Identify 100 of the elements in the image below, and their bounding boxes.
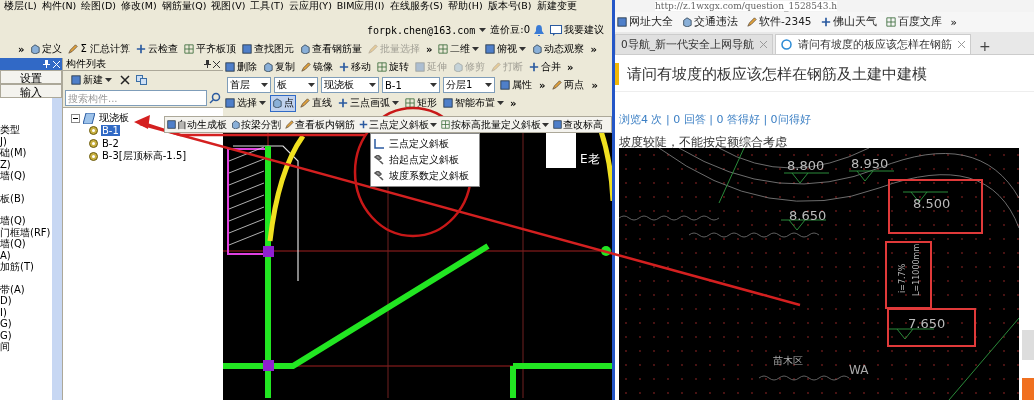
suggest-button[interactable]: 我要建议 [548, 21, 606, 39]
toolbar-button[interactable]: 直线 [298, 94, 334, 112]
panel-tab[interactable]: 输入 [0, 84, 62, 98]
toolbar-button[interactable]: 按标高批量定义斜板 [439, 116, 551, 133]
menu-item[interactable]: 云应用(Y) [288, 0, 332, 12]
more-button[interactable]: » [16, 43, 27, 55]
dropdown-field[interactable]: 分层1 [443, 77, 495, 93]
toolbar-button[interactable]: 移动 [337, 58, 373, 76]
toolbar-button[interactable]: 复制 [261, 58, 297, 76]
bookmark-link[interactable]: 百度文库 [885, 15, 942, 29]
menu-item[interactable]: 三点定义斜板 [371, 136, 479, 152]
toolbar-button[interactable]: 云检查 [133, 40, 180, 58]
toolbar-button[interactable]: 镜像 [299, 58, 335, 76]
toolbar-button[interactable]: 查看钢筋量 [297, 40, 364, 58]
toolbar-button[interactable]: 矩形 [403, 94, 439, 112]
more-button[interactable]: » [508, 97, 519, 109]
menu-item[interactable]: 修改(M) [121, 0, 157, 12]
list-item[interactable]: I) [0, 306, 52, 318]
dropdown-field[interactable]: 板 [274, 77, 318, 93]
scrollbar[interactable] [52, 98, 62, 400]
new-button[interactable]: 新建 [69, 71, 114, 89]
menu-item[interactable]: 构件(N) [41, 0, 77, 12]
more-button[interactable]: » [950, 16, 957, 28]
toolbar-button[interactable]: 选择 [223, 94, 268, 112]
list-item[interactable]: A) [0, 249, 52, 261]
dropdown-field[interactable]: 首层 [227, 77, 271, 93]
menu-item[interactable]: 工具(T) [250, 0, 284, 12]
list-item[interactable]: 墙(Q) [0, 238, 52, 250]
search-field[interactable]: 搜索构件... [65, 90, 207, 106]
list-item[interactable]: 门框墙(RF) [0, 226, 52, 238]
bookmark-link[interactable]: 网址大全 [617, 15, 673, 29]
toolbar-button[interactable]: 自动生成板 [165, 116, 229, 133]
toolbar-button[interactable]: 俯视 [483, 40, 529, 58]
dropdown-field[interactable]: B-1 [382, 77, 440, 93]
feedback-button[interactable] [1022, 378, 1034, 400]
bookmark-link[interactable]: 佛山天气 [820, 15, 877, 29]
new-tab-button[interactable]: + [972, 38, 997, 54]
minus-icon[interactable] [71, 113, 80, 123]
tree-item[interactable]: B-2 [101, 137, 120, 149]
toolbar-button[interactable]: 合并 [527, 58, 563, 76]
toolbar-button[interactable]: 属性 [498, 76, 534, 94]
toolbar-button[interactable]: 二维 [436, 40, 482, 58]
caret-icon [261, 83, 268, 87]
toolbar-button[interactable]: 两点 [550, 76, 587, 94]
account-email[interactable]: forpk.chen@163.com [366, 24, 476, 36]
toolbar-button[interactable]: Σ 汇总计算 [66, 40, 132, 58]
toolbar-button[interactable]: 按梁分割 [229, 116, 283, 133]
toolbar-button[interactable]: 三点画弧 [336, 94, 401, 112]
menu-item[interactable]: 坡度系数定义斜板 [371, 168, 479, 184]
bookmark-link[interactable]: 交通违法 [682, 15, 738, 29]
menu-item[interactable]: 钢筋量(Q) [161, 0, 207, 12]
panel-tab[interactable]: 设置 [0, 70, 62, 84]
toolbar-button[interactable]: 删除 [223, 58, 259, 76]
toolbar-button[interactable]: 平齐板顶 [181, 40, 238, 58]
list-item[interactable]: 础(M) [0, 147, 52, 159]
back-to-top-button[interactable] [1022, 330, 1034, 360]
toolbar-button[interactable]: 查找图元 [239, 40, 296, 58]
menu-item[interactable]: 绘图(D) [81, 0, 116, 12]
tree-item[interactable]: 现浇板 [98, 111, 130, 125]
browser-tab[interactable]: 0导航_新一代安全上网导航 [615, 34, 773, 54]
toolbar-button[interactable]: 动态观察 [530, 40, 587, 58]
menu-item[interactable]: 楼层(L) [4, 0, 37, 12]
list-item[interactable]: 墙(Q) [0, 215, 52, 227]
list-item[interactable]: G) [0, 318, 52, 330]
list-item[interactable]: 带(A) [0, 283, 52, 295]
toolbar-button[interactable]: 旋转 [375, 58, 411, 76]
menu-item[interactable]: BIM应用(I) [336, 0, 385, 12]
more-button[interactable]: » [537, 79, 548, 91]
tree-item[interactable]: B-1 [101, 124, 120, 136]
tree-item[interactable]: B-3[层顶标高-1.5] [101, 149, 188, 163]
list-item[interactable]: Z) [0, 158, 52, 170]
toolbar-button[interactable]: 智能布置 [441, 94, 506, 112]
menu-item[interactable]: 视图(V) [211, 0, 246, 12]
caret-icon [497, 101, 504, 105]
browser-tab[interactable]: 请问有坡度的板应该怎样在钢筋 [774, 34, 971, 54]
toolbar-button[interactable]: 定义 [28, 40, 65, 58]
bookmark-link[interactable]: 软件-2345 [747, 15, 812, 29]
toolbar-button[interactable]: 三点定义斜板 [357, 116, 439, 133]
more-button[interactable]: » [423, 43, 435, 55]
menu-item[interactable]: 帮助(H) [448, 0, 483, 12]
list-item[interactable]: G) [0, 329, 52, 341]
address-field[interactable]: http://z.1wxgx.com/question_1528543.h [655, 1, 838, 11]
more-button[interactable]: » [565, 61, 576, 73]
toolbar-button[interactable]: 查改标高 [551, 116, 605, 133]
list-item[interactable]: J) [0, 135, 52, 147]
list-item[interactable]: 墙(Q) [0, 170, 52, 182]
menu-item[interactable]: 在线服务(S) [389, 0, 444, 12]
list-item[interactable]: 板(B) [0, 192, 52, 204]
more-button[interactable]: » [589, 79, 600, 91]
dropdown-field[interactable]: 现浇板 [321, 77, 379, 93]
menu-item[interactable]: 版本号(B) [487, 0, 532, 12]
toolbar-button[interactable]: 查看板内钢筋 [283, 116, 357, 133]
menu-item[interactable]: 抬起点定义斜板 [371, 152, 479, 168]
list-item[interactable]: 加筋(T) [0, 261, 52, 273]
more-button[interactable]: » [588, 43, 599, 55]
list-item[interactable]: 类型 [0, 124, 52, 136]
list-item[interactable]: D) [0, 295, 52, 307]
toolbar-button[interactable]: 点 [270, 94, 296, 112]
menu-item[interactable]: 新建变更 [536, 0, 577, 12]
list-item[interactable]: 间 [0, 341, 52, 353]
